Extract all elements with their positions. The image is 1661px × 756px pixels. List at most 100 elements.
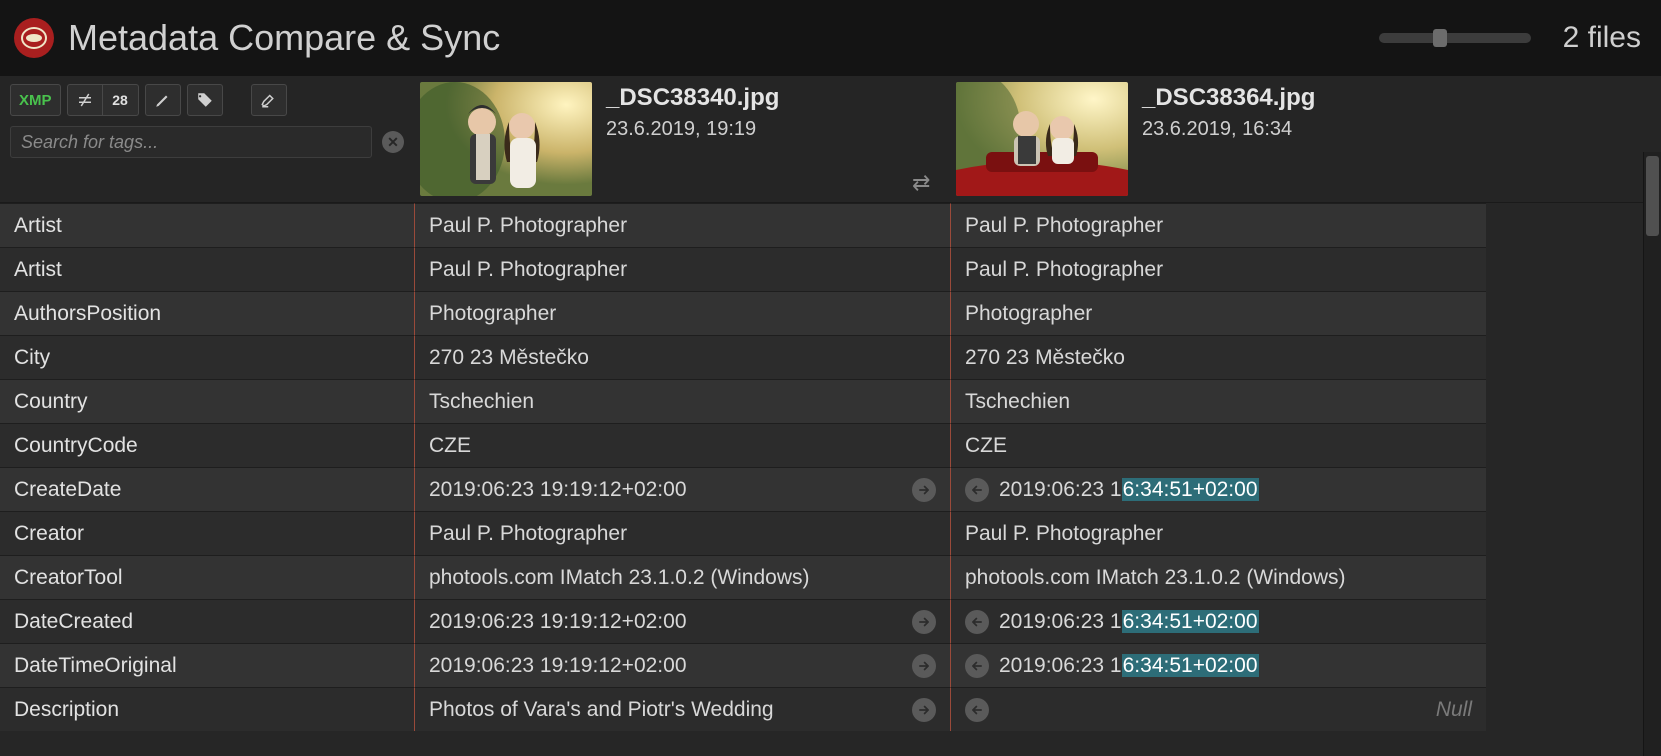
value-b-text: Photographer	[965, 302, 1092, 326]
file-header-b: ⇄	[950, 76, 1486, 202]
edit-button[interactable]	[145, 84, 181, 116]
value-b-text: 2019:06:23 16:34:51+02:00	[999, 478, 1472, 502]
thumbnail-b[interactable]	[956, 82, 1128, 196]
value-b-cell[interactable]: Null	[950, 687, 1486, 731]
value-a-text: 2019:06:23 19:19:12+02:00	[429, 478, 687, 502]
value-b-cell[interactable]: Paul P. Photographer	[950, 247, 1486, 291]
value-a-cell[interactable]: CZE	[414, 423, 950, 467]
difference-count: 28	[112, 92, 128, 108]
diff-highlight: 6:34:51+02:00	[1122, 654, 1259, 677]
value-b-text: CZE	[965, 434, 1007, 458]
value-a-text: Paul P. Photographer	[429, 522, 627, 546]
tag-name-cell[interactable]: Country	[0, 379, 414, 423]
value-a-text: 2019:06:23 19:19:12+02:00	[429, 610, 687, 634]
tag-name-cell[interactable]: AuthorsPosition	[0, 291, 414, 335]
filter-xmp-button[interactable]: XMP	[10, 84, 61, 116]
value-b-text: Paul P. Photographer	[965, 214, 1163, 238]
value-a-cell[interactable]: Paul P. Photographer	[414, 511, 950, 555]
swap-files-icon[interactable]: ⇄	[912, 170, 930, 196]
value-a-cell[interactable]: photools.com IMatch 23.1.0.2 (Windows)	[414, 555, 950, 599]
value-b-cell[interactable]: photools.com IMatch 23.1.0.2 (Windows)	[950, 555, 1486, 599]
value-a-text: Tschechien	[429, 390, 534, 414]
tag-name-cell[interactable]: CreatorTool	[0, 555, 414, 599]
tag-name-cell[interactable]: DateTimeOriginal	[0, 643, 414, 687]
value-b-cell[interactable]: CZE	[950, 423, 1486, 467]
thumbnail-a[interactable]	[420, 82, 592, 196]
value-a-cell[interactable]: 2019:06:23 19:19:12+02:00	[414, 599, 950, 643]
highlight-button[interactable]	[251, 84, 287, 116]
value-b-cell[interactable]: 2019:06:23 16:34:51+02:00	[950, 599, 1486, 643]
marker-icon	[260, 91, 278, 109]
difference-count-badge[interactable]: 28	[103, 84, 139, 116]
value-a-cell[interactable]: Tschechien	[414, 379, 950, 423]
clear-search-button[interactable]: ✕	[382, 131, 404, 153]
value-a-text: Paul P. Photographer	[429, 214, 627, 238]
copy-right-button[interactable]	[912, 610, 936, 634]
value-a-cell[interactable]: 2019:06:23 19:19:12+02:00	[414, 467, 950, 511]
file-name-a: _DSC38340.jpg	[606, 84, 779, 112]
value-a-cell[interactable]: Paul P. Photographer	[414, 247, 950, 291]
value-b-cell[interactable]: Paul P. Photographer	[950, 511, 1486, 555]
value-a-text: Paul P. Photographer	[429, 258, 627, 282]
zoom-slider-thumb[interactable]	[1433, 29, 1447, 47]
value-a-text: 2019:06:23 19:19:12+02:00	[429, 654, 687, 678]
file-date-b: 23.6.2019, 16:34	[1142, 118, 1315, 141]
zoom-slider[interactable]	[1379, 33, 1531, 43]
tag-name-cell[interactable]: CountryCode	[0, 423, 414, 467]
value-a-text: photools.com IMatch 23.1.0.2 (Windows)	[429, 566, 810, 590]
copy-right-button[interactable]	[912, 698, 936, 722]
copy-left-button[interactable]	[965, 698, 989, 722]
value-b-text: Paul P. Photographer	[965, 522, 1163, 546]
copy-left-button[interactable]	[965, 478, 989, 502]
value-b-text: Tschechien	[965, 390, 1070, 414]
copy-right-button[interactable]	[912, 654, 936, 678]
value-b-cell[interactable]: 2019:06:23 16:34:51+02:00	[950, 643, 1486, 687]
value-b-cell[interactable]: Photographer	[950, 291, 1486, 335]
tags-button[interactable]	[187, 84, 223, 116]
toolbar: XMP 28	[0, 76, 414, 202]
toolbar-and-file-headers: XMP 28	[0, 76, 1661, 203]
value-a-cell[interactable]: 2019:06:23 19:19:12+02:00	[414, 643, 950, 687]
tag-name-cell[interactable]: DateCreated	[0, 599, 414, 643]
value-a-text: Photos of Vara's and Piotr's Wedding	[429, 698, 774, 722]
value-b-text: 2019:06:23 16:34:51+02:00	[999, 610, 1472, 634]
value-b-text: photools.com IMatch 23.1.0.2 (Windows)	[965, 566, 1346, 590]
tag-name-cell[interactable]: CreateDate	[0, 467, 414, 511]
value-a-cell[interactable]: 270 23 Městečko	[414, 335, 950, 379]
diff-highlight: 6:34:51+02:00	[1122, 478, 1259, 501]
tag-name-cell[interactable]: Description	[0, 687, 414, 731]
app-header: Metadata Compare & Sync 2 files	[0, 0, 1661, 76]
value-a-text: Photographer	[429, 302, 556, 326]
value-b-text: Paul P. Photographer	[965, 258, 1163, 282]
null-value: Null	[1436, 698, 1472, 722]
value-a-cell[interactable]: Photographer	[414, 291, 950, 335]
copy-left-button[interactable]	[965, 654, 989, 678]
not-equal-icon	[76, 91, 94, 109]
file-header-a: _DSC38340.jpg 23.6.2019, 19:19	[414, 76, 950, 202]
vertical-scrollbar[interactable]	[1643, 152, 1661, 756]
value-b-cell[interactable]: 2019:06:23 16:34:51+02:00	[950, 467, 1486, 511]
value-b-cell[interactable]: 270 23 Městečko	[950, 335, 1486, 379]
copy-left-button[interactable]	[965, 610, 989, 634]
tag-name-cell[interactable]: Artist	[0, 247, 414, 291]
file-count: 2 files	[1563, 21, 1641, 55]
value-b-cell[interactable]: Paul P. Photographer	[950, 203, 1486, 247]
diff-highlight: 6:34:51+02:00	[1122, 610, 1259, 633]
value-a-cell[interactable]: Photos of Vara's and Piotr's Wedding	[414, 687, 950, 731]
value-a-text: 270 23 Městečko	[429, 346, 589, 370]
search-input[interactable]	[10, 126, 372, 158]
tag-name-cell[interactable]: Creator	[0, 511, 414, 555]
metadata-grid: Artist Paul P. Photographer Paul P. Photog…	[0, 203, 1661, 731]
app-icon	[14, 18, 54, 58]
value-b-text: 2019:06:23 16:34:51+02:00	[999, 654, 1472, 678]
value-b-cell[interactable]: Tschechien	[950, 379, 1486, 423]
copy-right-button[interactable]	[912, 478, 936, 502]
file-date-a: 23.6.2019, 19:19	[606, 118, 779, 141]
file-name-b: _DSC38364.jpg	[1142, 84, 1315, 112]
value-a-cell[interactable]: Paul P. Photographer	[414, 203, 950, 247]
scrollbar-thumb[interactable]	[1646, 156, 1659, 236]
tag-name-cell[interactable]: City	[0, 335, 414, 379]
show-differences-button[interactable]	[67, 84, 103, 116]
tag-icon	[196, 91, 214, 109]
tag-name-cell[interactable]: Artist	[0, 203, 414, 247]
